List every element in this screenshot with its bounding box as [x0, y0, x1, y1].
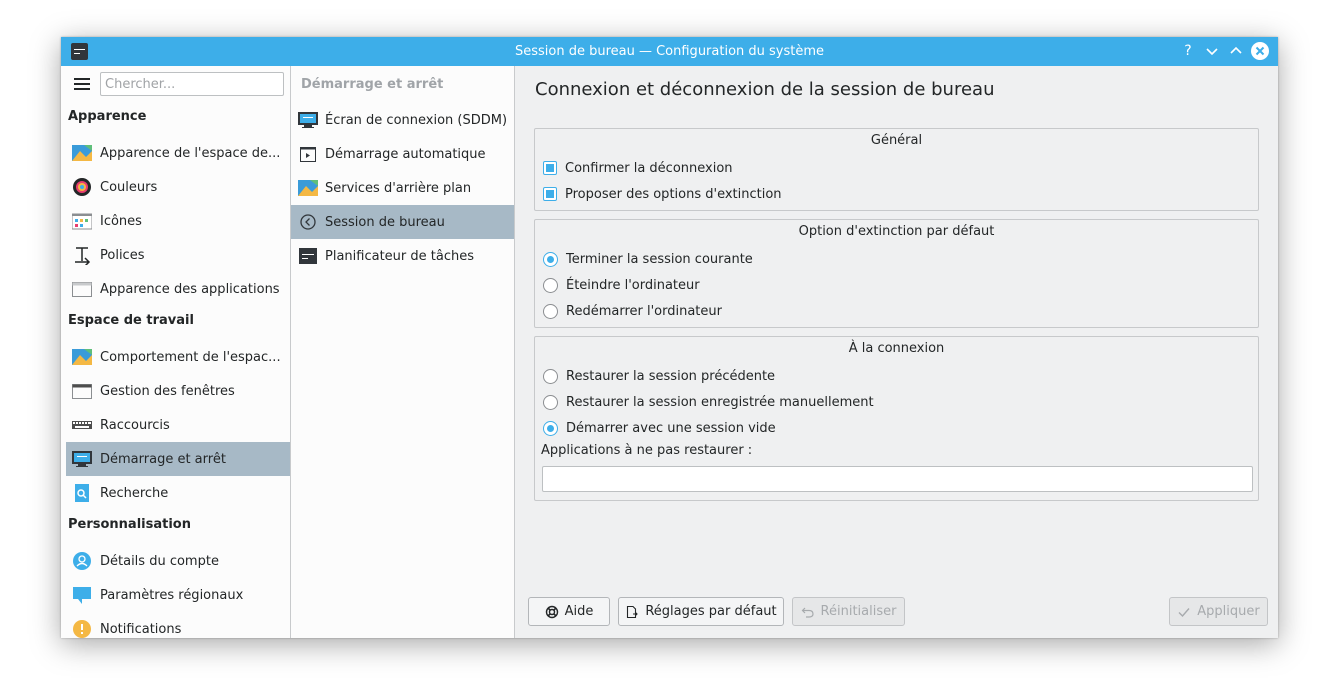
keyboard-shortcuts-icon	[72, 415, 92, 435]
subcategory-item-login-screen[interactable]: Écran de connexion (SDDM)	[291, 103, 514, 137]
subcategory-item-background-services[interactable]: Services d'arrière plan	[291, 171, 514, 205]
subcategory-panel-title: Démarrage et arrêt	[301, 77, 444, 92]
subcategory-item-autostart[interactable]: Démarrage automatique	[291, 137, 514, 171]
autostart-icon	[298, 144, 318, 164]
sidebar-item-regional-settings[interactable]: Paramètres régionaux	[66, 578, 290, 612]
group-on-login: À la connexion Restaurer la session préc…	[534, 336, 1259, 501]
hamburger-menu-icon[interactable]	[74, 78, 90, 90]
page-title: Connexion et déconnexion de la session d…	[535, 79, 995, 100]
title-bar[interactable]: Session de bureau — Configuration du sys…	[61, 37, 1278, 66]
excluded-apps-input[interactable]	[542, 466, 1253, 492]
apply-button[interactable]: Appliquer	[1169, 597, 1268, 626]
restart-computer-option[interactable]: Redémarrer l'ordinateur	[543, 302, 722, 320]
colors-icon	[72, 177, 92, 197]
defaults-button[interactable]: Réglages par défaut	[618, 597, 784, 626]
search-input[interactable]	[100, 72, 284, 96]
system-settings-app-icon[interactable]	[71, 43, 88, 60]
login-screen-icon	[298, 110, 318, 130]
confirm-logout-checkbox[interactable]	[543, 161, 557, 175]
workspace-behavior-icon	[72, 347, 92, 367]
window-title: Session de bureau — Configuration du sys…	[514, 44, 825, 59]
section-title-appearance: Apparence	[68, 109, 147, 124]
turn-off-computer-radio[interactable]	[543, 277, 558, 293]
offer-shutdown-options-checkbox[interactable]	[543, 187, 557, 201]
task-scheduler-icon	[298, 246, 318, 266]
group-default-shutdown-title: Option d'extinction par défaut	[798, 224, 995, 239]
subcategory-item-task-scheduler[interactable]: Planificateur de tâches	[291, 239, 514, 273]
restore-saved-session-radio[interactable]	[543, 394, 558, 410]
sidebar-item-icons[interactable]: Icônes	[66, 204, 290, 238]
restore-previous-session-radio[interactable]	[543, 368, 558, 384]
section-title-workspace: Espace de travail	[68, 313, 194, 328]
chevron-up-icon	[1230, 46, 1242, 54]
desktop-session-icon	[298, 212, 318, 232]
close-button[interactable]	[1251, 42, 1269, 60]
sidebar: Apparence Apparence de l'espace de... Co…	[61, 66, 291, 638]
group-general: Général Confirmer la déconnexion Propose…	[534, 128, 1259, 211]
chevron-down-icon	[1206, 48, 1218, 56]
sidebar-item-colors[interactable]: Couleurs	[66, 170, 290, 204]
sidebar-item-fonts[interactable]: Polices	[66, 238, 290, 272]
restart-computer-radio[interactable]	[543, 303, 558, 319]
group-on-login-title: À la connexion	[848, 341, 945, 356]
sidebar-item-account-details[interactable]: Détails du compte	[66, 544, 290, 578]
sidebar-item-notifications[interactable]: Notifications	[66, 612, 290, 638]
end-current-session-option[interactable]: Terminer la session courante	[543, 250, 753, 268]
application-style-icon	[72, 279, 92, 299]
sidebar-item-shortcuts[interactable]: Raccourcis	[66, 408, 290, 442]
minimize-button[interactable]	[1203, 42, 1221, 60]
content-area: Connexion et déconnexion de la session d…	[515, 66, 1278, 638]
notifications-icon	[72, 619, 92, 638]
user-account-icon	[72, 551, 92, 571]
group-general-title: Général	[870, 133, 923, 148]
background-services-icon	[298, 178, 318, 198]
subcategory-panel: Démarrage et arrêt Écran de connexion (S…	[291, 66, 515, 638]
regional-settings-icon	[72, 585, 92, 605]
sidebar-item-workspace-behavior[interactable]: Comportement de l'espac...	[66, 340, 290, 374]
end-current-session-radio[interactable]	[543, 251, 558, 267]
start-empty-session-radio[interactable]	[543, 420, 558, 436]
maximize-button[interactable]	[1227, 42, 1245, 60]
sidebar-item-application-style[interactable]: Apparence des applications	[66, 272, 290, 306]
startup-shutdown-icon	[72, 449, 92, 469]
system-settings-window: Session de bureau — Configuration du sys…	[61, 37, 1278, 638]
confirm-logout-option[interactable]: Confirmer la déconnexion	[543, 159, 733, 177]
lifebuoy-icon	[545, 605, 558, 618]
undo-icon	[801, 607, 814, 618]
sidebar-item-workspace-theme[interactable]: Apparence de l'espace de...	[66, 136, 290, 170]
document-revert-icon	[627, 605, 639, 618]
group-default-shutdown: Option d'extinction par défaut Terminer …	[534, 219, 1259, 328]
reset-button[interactable]: Réinitialiser	[792, 597, 905, 626]
sidebar-item-window-management[interactable]: Gestion des fenêtres	[66, 374, 290, 408]
icons-icon	[71, 211, 93, 231]
excluded-apps-label: Applications à ne pas restaurer :	[541, 443, 753, 458]
restore-saved-session-option[interactable]: Restaurer la session enregistrée manuell…	[543, 393, 874, 411]
close-icon	[1255, 46, 1265, 56]
search-config-icon	[72, 483, 92, 503]
start-empty-session-option[interactable]: Démarrer avec une session vide	[543, 419, 776, 437]
offer-shutdown-options-option[interactable]: Proposer des options d'extinction	[543, 185, 782, 203]
sidebar-item-startup-shutdown[interactable]: Démarrage et arrêt	[66, 442, 290, 476]
restore-previous-session-option[interactable]: Restaurer la session précédente	[543, 367, 775, 385]
help-button[interactable]: Aide	[528, 597, 610, 626]
help-icon[interactable]: ?	[1179, 42, 1197, 60]
checkmark-icon	[1178, 607, 1190, 617]
turn-off-computer-option[interactable]: Éteindre l'ordinateur	[543, 276, 700, 294]
section-title-personalization: Personnalisation	[68, 517, 191, 532]
fonts-icon	[72, 245, 92, 267]
sidebar-item-search[interactable]: Recherche	[66, 476, 290, 510]
subcategory-item-desktop-session[interactable]: Session de bureau	[291, 205, 514, 239]
window-management-icon	[72, 381, 92, 401]
workspace-theme-icon	[72, 143, 92, 163]
